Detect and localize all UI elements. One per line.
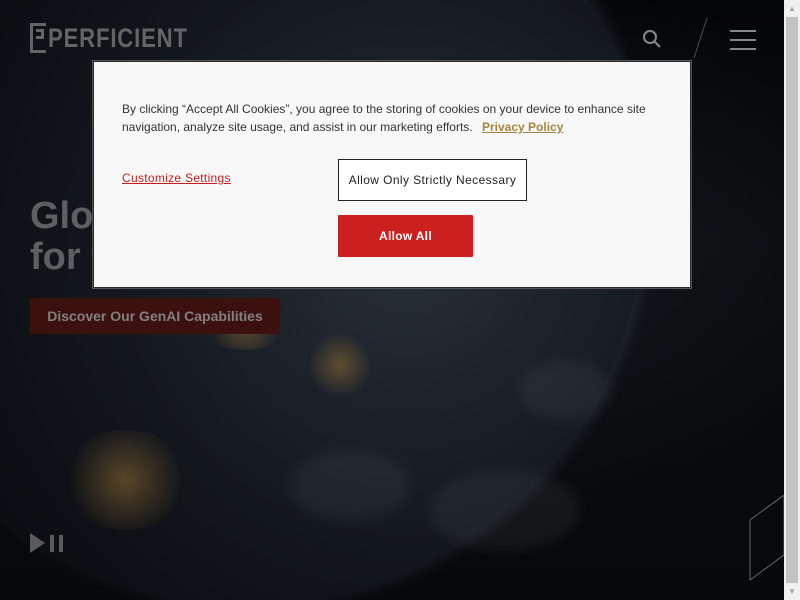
scroll-down-icon[interactable]: ▼ bbox=[784, 583, 800, 600]
customize-settings-link[interactable]: Customize Settings bbox=[122, 171, 231, 185]
cookie-consent-dialog: By clicking “Accept All Cookies”, you ag… bbox=[93, 61, 691, 288]
scroll-thumb[interactable] bbox=[786, 17, 798, 583]
allow-all-button[interactable]: Allow All bbox=[338, 215, 473, 257]
allow-necessary-button[interactable]: Allow Only Strictly Necessary bbox=[338, 159, 527, 201]
scrollbar[interactable]: ▲ ▼ bbox=[784, 0, 800, 600]
privacy-policy-link[interactable]: Privacy Policy bbox=[482, 120, 563, 134]
cookie-text: By clicking “Accept All Cookies”, you ag… bbox=[122, 102, 646, 134]
cookie-description: By clicking “Accept All Cookies”, you ag… bbox=[122, 100, 667, 136]
scroll-up-icon[interactable]: ▲ bbox=[784, 0, 800, 17]
